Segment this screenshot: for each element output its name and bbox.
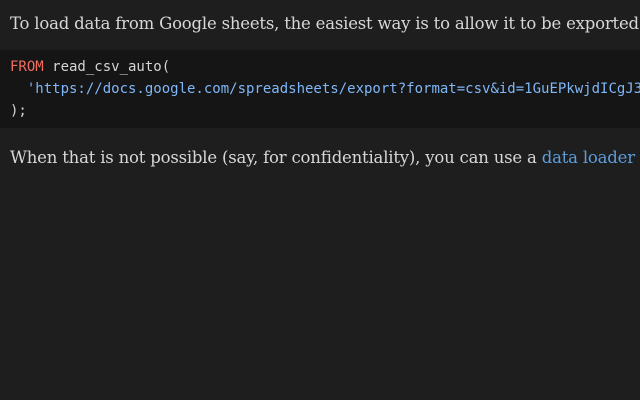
followup-text-end: instead	[635, 148, 640, 167]
followup-text-start: When that is not possible (say, for conf…	[10, 148, 542, 167]
code-line-2: 'https://docs.google.com/spreadsheets/ex…	[10, 79, 640, 99]
intro-paragraph: To load data from Google sheets, the eas…	[10, 14, 640, 33]
code-line-3: );	[10, 101, 27, 121]
code-block: FROM read_csv_auto( 'https://docs.google…	[0, 50, 640, 128]
function-call: read_csv_auto(	[43, 59, 171, 75]
closing-paren: );	[10, 103, 27, 119]
page: To load data from Google sheets, the eas…	[0, 0, 640, 400]
data-loader-link[interactable]: data loader	[542, 148, 635, 167]
sql-keyword-from: FROM	[10, 59, 44, 75]
code-line-1: FROM read_csv_auto(	[10, 57, 170, 77]
followup-paragraph: When that is not possible (say, for conf…	[10, 146, 640, 170]
url-string-literal: 'https://docs.google.com/spreadsheets/ex…	[26, 81, 640, 97]
